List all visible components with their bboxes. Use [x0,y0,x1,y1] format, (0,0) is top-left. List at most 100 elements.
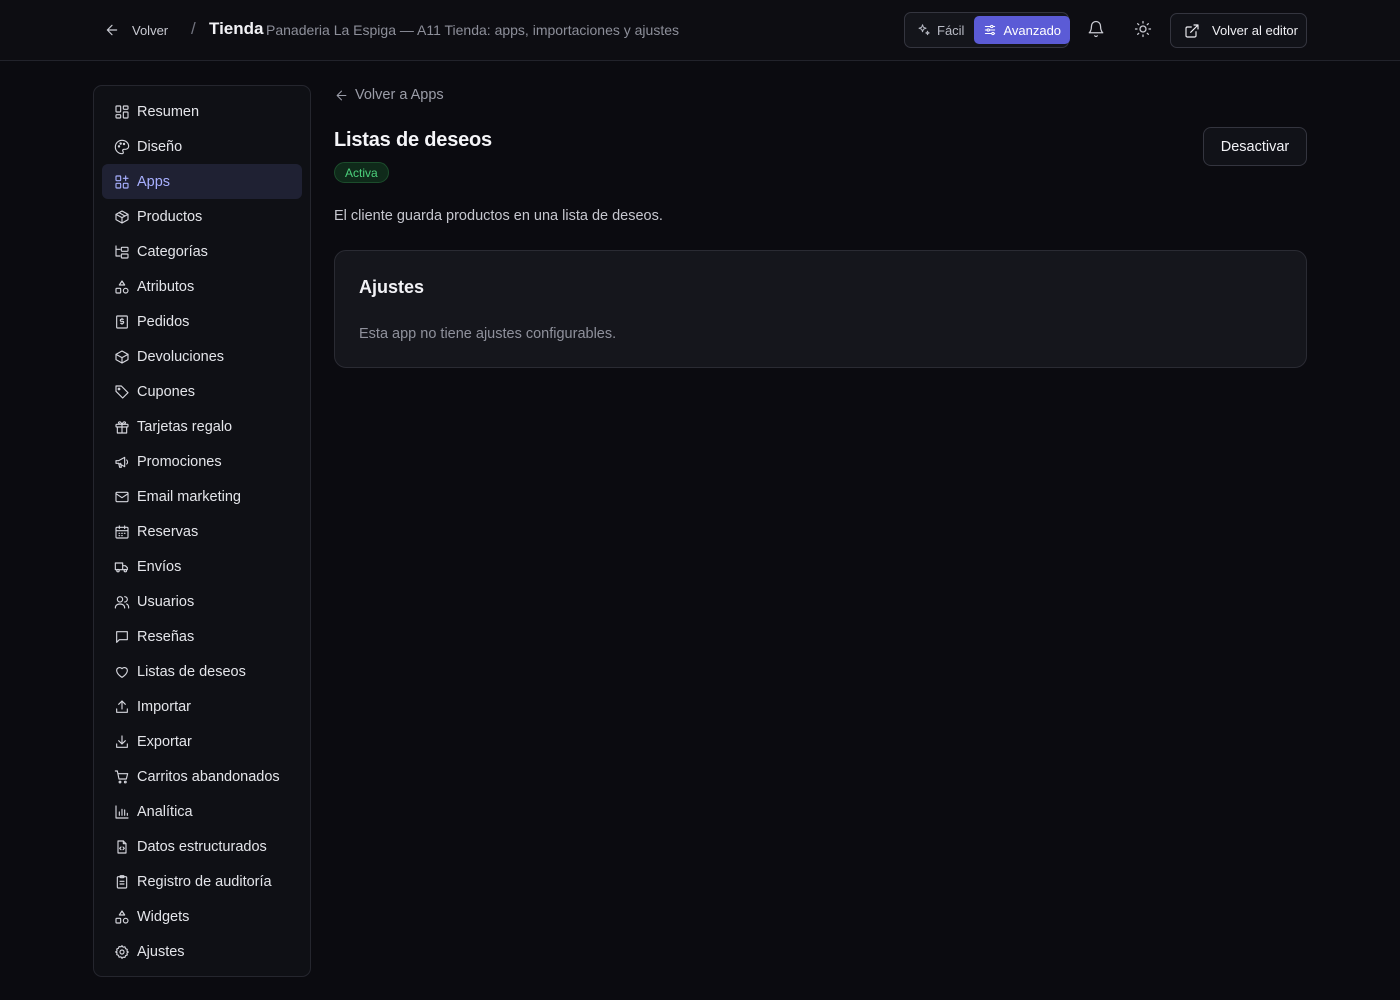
sidebar-item-label: Categorías [137,243,208,260]
sidebar-item-promociones[interactable]: Promociones [102,444,302,479]
sidebar-item-label: Exportar [137,733,192,750]
page-title: Listas de deseos [334,129,492,151]
sidebar-item-label: Tarjetas regalo [137,418,233,435]
sidebar-item-widgets[interactable]: Widgets [102,899,302,934]
sidebar-item-devoluciones[interactable]: Devoluciones [102,339,302,374]
bell-icon [1087,20,1107,38]
gear-icon [114,944,130,960]
sidebar-item-usuarios[interactable]: Usuarios [102,584,302,619]
sidebar-item-ajustes[interactable]: Ajustes [102,934,302,969]
sidebar-item-label: Pedidos [137,313,190,330]
sidebar-item-label: Productos [137,208,203,225]
settings-card: Ajustes Esta app no tiene ajustes config… [334,250,1307,368]
mode-easy-label: Fácil [937,22,965,38]
sidebar-item-apps[interactable]: Apps [102,164,302,199]
sidebar-item-diseno[interactable]: Diseño [102,129,302,164]
back-to-editor-button[interactable]: Volver al editor [1170,13,1307,48]
palette-icon [114,139,130,155]
sidebar-item-label: Email marketing [137,488,241,505]
upload-icon [114,699,130,715]
bar-chart-icon [114,804,130,820]
sidebar-item-label: Reseñas [137,628,195,645]
shapes-icon [114,279,130,295]
sidebar-item-pedidos[interactable]: Pedidos [102,304,302,339]
back-link-label: Volver a Apps [355,87,444,103]
sidebar-item-resumen[interactable]: Resumen [102,94,302,129]
download-icon [114,734,130,750]
sidebar-item-label: Listas de deseos [137,663,246,680]
mode-advanced-label: Avanzado [1003,22,1062,38]
receipt-icon [114,314,130,330]
sidebar-item-label: Usuarios [137,593,195,610]
package-icon [114,209,130,225]
back-to-apps-link[interactable]: Volver a Apps [334,85,444,105]
sidebar-item-resenas[interactable]: Reseñas [102,619,302,654]
arrow-left-icon [334,88,349,103]
sidebar-item-registro-de-auditoria[interactable]: Registro de auditoría [102,864,302,899]
sidebar-item-label: Devoluciones [137,348,225,365]
message-square-icon [114,629,130,645]
sparkles-icon [917,23,931,37]
mode-advanced-button[interactable]: Avanzado [974,16,1071,44]
sidebar-item-email-marketing[interactable]: Email marketing [102,479,302,514]
sidebar-item-label: Envíos [137,558,182,575]
arrow-left-icon [104,22,120,38]
sidebar-item-atributos[interactable]: Atributos [102,269,302,304]
folder-tree-icon [114,244,130,260]
sidebar-item-label: Ajustes [137,943,185,960]
heart-icon [114,664,130,680]
sidebar-item-envios[interactable]: Envíos [102,549,302,584]
sidebar-item-label: Carritos abandonados [137,768,280,785]
truck-icon [114,559,130,575]
file-code-icon [114,839,130,855]
sidebar-item-listas-de-deseos[interactable]: Listas de deseos [102,654,302,689]
sidebar-item-label: Diseño [137,138,183,155]
back-label: Volver [132,22,169,38]
settings-card-title: Ajustes [359,277,425,297]
sidebar-item-label: Cupones [137,383,196,400]
sidebar-item-label: Apps [137,173,171,190]
megaphone-icon [114,454,130,470]
sidebar-item-label: Reservas [137,523,199,540]
widgets-icon [114,909,130,925]
mode-easy-button[interactable]: Fácil [908,16,973,44]
editor-label: Volver al editor [1212,23,1298,38]
deactivate-button[interactable]: Desactivar [1203,127,1307,166]
gift-icon [114,419,130,435]
sidebar-item-categorias[interactable]: Categorías [102,234,302,269]
sidebar-item-carritos-abandonados[interactable]: Carritos abandonados [102,759,302,794]
sidebar-item-label: Importar [137,698,191,715]
sidebar-item-label: Promociones [137,453,222,470]
sidebar-item-datos-estructurados[interactable]: Datos estructurados [102,829,302,864]
sun-icon [1134,20,1154,38]
sidebar-item-importar[interactable]: Importar [102,689,302,724]
sidebar-item-tarjetas-regalo[interactable]: Tarjetas regalo [102,409,302,444]
top-bar: Volver / Tienda Panaderia La Espiga — A1… [0,0,1400,61]
sidebar-item-exportar[interactable]: Exportar [102,724,302,759]
clipboard-icon [114,874,130,890]
sidebar-item-reservas[interactable]: Reservas [102,514,302,549]
sidebar-item-label: Resumen [137,103,200,120]
sidebar-item-analitica[interactable]: Analítica [102,794,302,829]
package-return-icon [114,349,130,365]
back-button[interactable]: Volver [104,19,168,41]
app-description: El cliente guarda productos en una lista… [334,208,663,224]
sidebar-item-productos[interactable]: Productos [102,199,302,234]
users-icon [114,594,130,610]
breadcrumb-separator: / [191,19,196,38]
status-badge: Activa [334,162,389,183]
tag-icon [114,384,130,400]
notifications-button[interactable] [1087,20,1107,40]
calendar-icon [114,524,130,540]
sidebar-item-label: Datos estructurados [137,838,267,855]
sidebar-item-cupones[interactable]: Cupones [102,374,302,409]
sidebar-item-label: Analítica [137,803,193,820]
sidebar-item-label: Registro de auditoría [137,873,272,890]
settings-card-text: Esta app no tiene ajustes configurables. [359,326,617,342]
mail-icon [114,489,130,505]
sliders-icon [983,23,997,37]
apps-icon [114,174,130,190]
theme-toggle-button[interactable] [1134,20,1154,40]
app-title: Tienda [209,19,264,38]
sidebar-item-label: Widgets [137,908,190,925]
